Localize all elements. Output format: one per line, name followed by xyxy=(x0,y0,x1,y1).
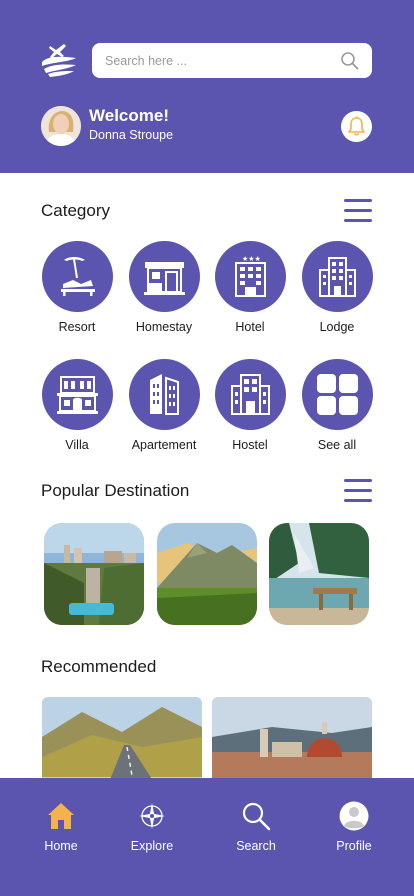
recommended-title: Recommended xyxy=(41,657,157,676)
category-label: Hostel xyxy=(232,438,268,452)
category-lodge[interactable]: Lodge xyxy=(292,241,382,334)
nav-home[interactable]: Home xyxy=(21,778,101,896)
app-logo xyxy=(42,44,76,77)
svg-text:★★★: ★★★ xyxy=(242,255,261,263)
welcome-text: Welcome! xyxy=(89,106,169,125)
profile-icon xyxy=(339,801,369,831)
home-icon xyxy=(48,803,74,829)
category-menu-icon[interactable] xyxy=(344,199,372,223)
category-apartment[interactable]: Apartement xyxy=(119,359,209,452)
search-icon[interactable] xyxy=(340,51,359,70)
category-hotel[interactable]: ★★★ Hotel xyxy=(205,241,295,334)
category-label: See all xyxy=(317,438,357,452)
recommended-photo xyxy=(42,697,202,787)
category-resort[interactable]: Resort xyxy=(32,241,122,334)
hotel-icon: ★★★ xyxy=(214,241,286,312)
recommended-card-road[interactable] xyxy=(42,697,202,787)
bottom-navigation: Home Explore Search Profile xyxy=(0,778,414,896)
nav-label: Search xyxy=(236,839,276,853)
nav-search[interactable]: Search xyxy=(216,778,296,896)
destination-photo xyxy=(44,523,144,625)
category-label: Hotel xyxy=(235,320,265,334)
avatar[interactable] xyxy=(41,106,81,146)
destination-card-lake[interactable] xyxy=(269,523,369,625)
category-see-all[interactable]: See all xyxy=(292,359,382,452)
resort-icon xyxy=(41,241,113,312)
nav-label: Explore xyxy=(130,839,174,853)
destination-card-mountain[interactable] xyxy=(157,523,257,625)
villa-icon xyxy=(41,359,113,430)
bell-icon xyxy=(348,116,365,136)
destination-photo xyxy=(157,523,257,625)
category-label: Homestay xyxy=(135,320,193,334)
lodge-icon xyxy=(301,241,373,312)
search-icon xyxy=(242,802,271,831)
destination-card-city[interactable] xyxy=(44,523,144,625)
category-label: Resort xyxy=(58,320,96,334)
nav-label: Profile xyxy=(336,839,372,853)
compass-icon xyxy=(139,803,165,829)
category-label: Villa xyxy=(65,438,89,452)
hostel-icon xyxy=(214,359,286,430)
category-label: Apartement xyxy=(131,438,197,452)
category-title: Category xyxy=(41,201,110,220)
search-bar[interactable] xyxy=(92,43,372,78)
notification-button[interactable] xyxy=(341,111,372,142)
category-homestay[interactable]: Homestay xyxy=(119,241,209,334)
destination-photo xyxy=(269,523,369,625)
user-name: Donna Stroupe xyxy=(89,128,174,142)
category-hostel[interactable]: Hostel xyxy=(205,359,295,452)
grid-icon xyxy=(301,359,373,430)
search-input[interactable] xyxy=(105,43,335,78)
category-villa[interactable]: Villa xyxy=(32,359,122,452)
recommended-photo xyxy=(212,697,372,787)
category-label: Lodge xyxy=(319,320,355,334)
top-header: Welcome! Donna Stroupe xyxy=(0,0,414,173)
popular-menu-icon[interactable] xyxy=(344,479,372,503)
recommended-card-city[interactable] xyxy=(212,697,372,787)
homestay-icon xyxy=(128,241,200,312)
nav-explore[interactable]: Explore xyxy=(112,778,192,896)
popular-destination-title: Popular Destination xyxy=(41,481,190,500)
nav-profile[interactable]: Profile xyxy=(314,778,394,896)
nav-label: Home xyxy=(44,839,78,853)
avatar-photo xyxy=(41,106,81,146)
apartment-icon xyxy=(128,359,200,430)
